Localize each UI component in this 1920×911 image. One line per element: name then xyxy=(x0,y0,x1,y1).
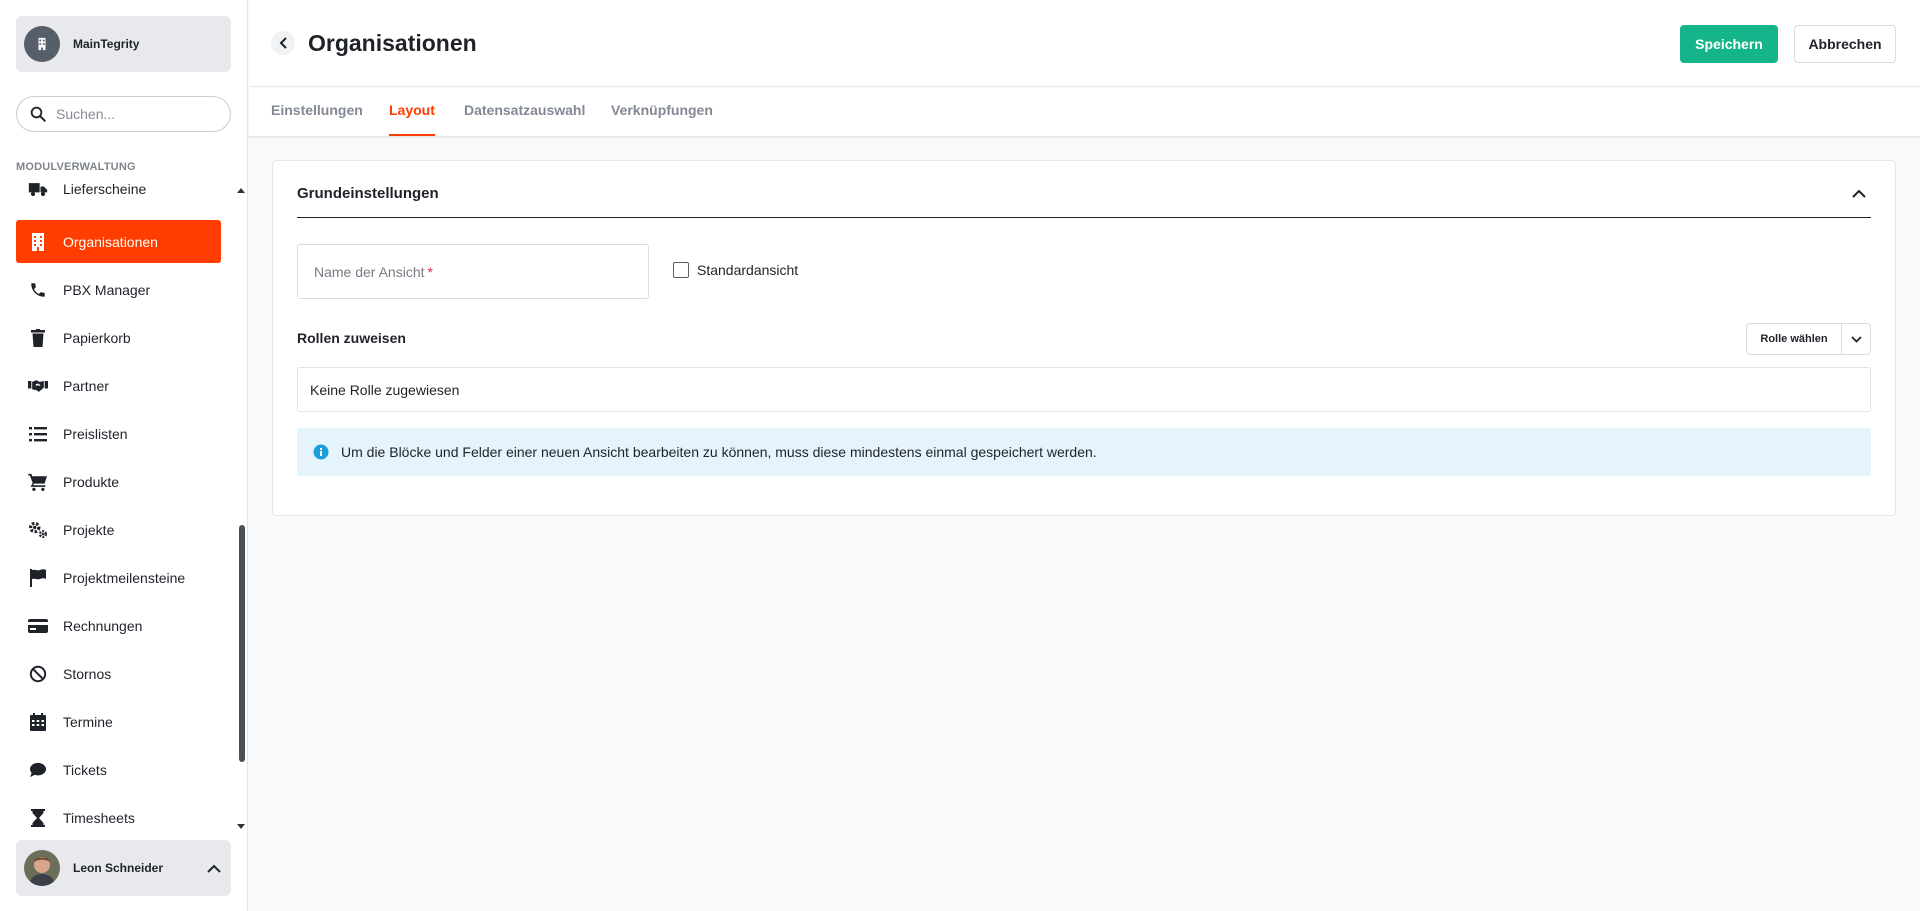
sidebar-item-label: Stornos xyxy=(63,665,112,682)
building-icon xyxy=(28,232,48,252)
sidebar-item-label: Projektmeilensteine xyxy=(63,569,186,586)
settings-card: Grundeinstellungen Name der Ansicht * St… xyxy=(272,160,1896,516)
view-name-placeholder: Name der Ansicht xyxy=(314,263,425,280)
sidebar-item-label: Rechnungen xyxy=(63,617,143,634)
cancel-button[interactable]: Abbrechen xyxy=(1794,25,1896,63)
default-view-label: Standardansicht xyxy=(697,262,799,278)
credit-card-icon xyxy=(28,616,48,636)
sidebar-item-label: Produkte xyxy=(63,473,120,490)
sidebar-item-label: Projekte xyxy=(63,521,115,538)
sidebar-item-label: Termine xyxy=(63,713,113,730)
sidebar-nav: Lieferscheine Organisationen PBX Manager… xyxy=(16,172,221,834)
tab-datensatzauswahl[interactable]: Datensatzauswahl xyxy=(464,102,585,136)
truck-icon xyxy=(28,179,48,199)
user-menu[interactable]: Leon Schneider xyxy=(16,840,231,896)
sidebar-item-label: Partner xyxy=(63,377,109,394)
sidebar-item-label: Preislisten xyxy=(63,425,128,442)
scroll-down-arrow[interactable] xyxy=(237,824,245,829)
info-text: Um die Blöcke und Felder einer neuen Ans… xyxy=(341,444,1097,460)
cart-icon xyxy=(28,472,48,492)
phone-icon xyxy=(28,280,48,300)
page-title: Organisationen xyxy=(308,30,477,56)
sidebar: MainTegrity MODULVERWALTUNG Lieferschein… xyxy=(0,0,248,911)
sidebar-item-preislisten[interactable]: Preislisten xyxy=(16,412,221,455)
info-icon xyxy=(313,444,329,460)
roles-title: Rollen zuweisen xyxy=(297,330,406,346)
chevron-down-icon[interactable] xyxy=(1842,324,1870,354)
back-button[interactable] xyxy=(271,31,295,55)
scroll-up-arrow[interactable] xyxy=(237,188,245,193)
collapse-button[interactable] xyxy=(1849,183,1869,203)
sidebar-item-projekte[interactable]: Projekte xyxy=(16,508,221,551)
tab-bar: Einstellungen Layout Datensatzauswahl Ve… xyxy=(249,88,1920,137)
tab-einstellungen[interactable]: Einstellungen xyxy=(271,102,363,136)
handshake-icon xyxy=(28,376,48,396)
divider xyxy=(297,217,1871,218)
view-name-field[interactable]: Name der Ansicht * xyxy=(297,244,649,299)
sidebar-item-termine[interactable]: Termine xyxy=(16,700,221,743)
search-icon xyxy=(30,106,46,122)
sidebar-item-lieferscheine[interactable]: Lieferscheine xyxy=(16,174,221,204)
card-title: Grundeinstellungen xyxy=(297,185,439,202)
gears-icon xyxy=(28,520,48,540)
tab-layout[interactable]: Layout xyxy=(389,102,435,136)
sidebar-item-stornos[interactable]: Stornos xyxy=(16,652,221,695)
role-select-button[interactable]: Rolle wählen xyxy=(1746,323,1871,355)
page-header: Organisationen Speichern Abbrechen xyxy=(249,0,1920,87)
workspace-name: MainTegrity xyxy=(73,37,140,51)
sidebar-item-label: Organisationen xyxy=(63,233,158,250)
search-box[interactable] xyxy=(16,96,231,132)
sidebar-item-timesheets[interactable]: Timesheets xyxy=(16,796,221,834)
sidebar-item-rechnungen[interactable]: Rechnungen xyxy=(16,604,221,647)
default-view-toggle[interactable]: Standardansicht xyxy=(673,262,798,278)
default-view-checkbox[interactable] xyxy=(673,262,689,278)
save-button[interactable]: Speichern xyxy=(1680,25,1778,63)
assigned-roles-box: Keine Rolle zugewiesen xyxy=(297,367,1871,412)
required-marker: * xyxy=(427,263,433,280)
hourglass-icon xyxy=(28,808,48,828)
avatar xyxy=(24,850,60,886)
workspace-avatar xyxy=(24,26,60,62)
calendar-icon xyxy=(28,712,48,732)
sidebar-scrollbar[interactable] xyxy=(239,525,245,762)
workspace-switcher[interactable]: MainTegrity xyxy=(16,16,231,72)
building-icon xyxy=(38,37,46,51)
search-input[interactable] xyxy=(56,106,206,122)
chevron-up-icon xyxy=(1852,189,1866,198)
chevron-up-icon xyxy=(207,864,221,873)
sidebar-item-produkte[interactable]: Produkte xyxy=(16,460,221,503)
sidebar-item-label: Tickets xyxy=(63,761,107,778)
chevron-left-icon xyxy=(279,37,287,49)
sidebar-item-pbx-manager[interactable]: PBX Manager xyxy=(16,268,221,311)
sidebar-item-label: Papierkorb xyxy=(63,329,131,346)
sidebar-item-label: PBX Manager xyxy=(63,281,151,298)
sidebar-item-label: Lieferscheine xyxy=(63,181,147,197)
tab-verknuepfungen[interactable]: Verknüpfungen xyxy=(611,102,713,136)
roles-empty-text: Keine Rolle zugewiesen xyxy=(310,381,460,398)
flag-icon xyxy=(28,568,48,588)
sidebar-item-organisationen[interactable]: Organisationen xyxy=(16,220,221,263)
user-name: Leon Schneider xyxy=(73,861,164,875)
sidebar-item-tickets[interactable]: Tickets xyxy=(16,748,221,791)
trash-icon xyxy=(28,328,48,348)
sidebar-item-papierkorb[interactable]: Papierkorb xyxy=(16,316,221,359)
role-select-label[interactable]: Rolle wählen xyxy=(1747,324,1842,354)
sidebar-item-projektmeilensteine[interactable]: Projektmeilensteine xyxy=(16,556,221,599)
list-icon xyxy=(28,424,48,444)
sidebar-item-label: Timesheets xyxy=(63,809,135,826)
chat-bubble-icon xyxy=(28,760,48,780)
ban-icon xyxy=(28,664,48,684)
info-banner: Um die Blöcke und Felder einer neuen Ans… xyxy=(297,428,1871,476)
sidebar-item-partner[interactable]: Partner xyxy=(16,364,221,407)
